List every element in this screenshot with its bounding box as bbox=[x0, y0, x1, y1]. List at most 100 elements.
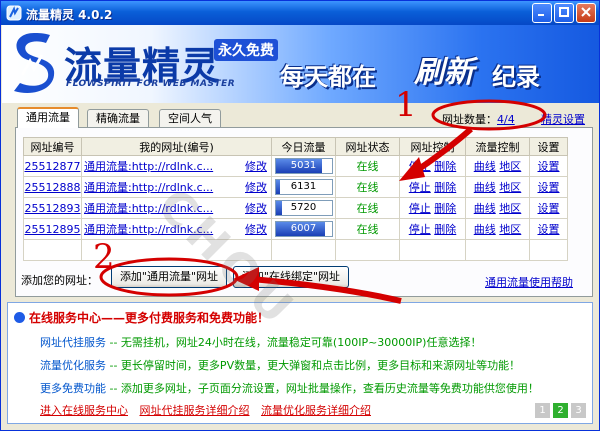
annotation-number-1: 1 bbox=[395, 85, 417, 125]
title-bar[interactable]: 流量精灵 4.0.2 bbox=[1, 1, 599, 25]
stop-link[interactable]: 停止 bbox=[409, 223, 431, 236]
service-center-heading: 在线服务中心——更多付费服务和免费功能！ bbox=[14, 309, 269, 326]
url-id-link[interactable]: 25512895 bbox=[25, 223, 81, 236]
url-id-cell[interactable]: 25512877 bbox=[23, 155, 82, 177]
settings-cell: 设置 bbox=[529, 197, 568, 219]
table-row: 25512888 通用流量:http://rdlnk.c... 修改 6131 在线停… bbox=[23, 176, 568, 198]
tab-space-popularity[interactable]: 空间人气 bbox=[159, 109, 221, 127]
url-id-link[interactable]: 25512893 bbox=[25, 202, 81, 215]
curve-link[interactable]: 曲线 bbox=[474, 223, 496, 236]
traffic-cell: 5031 bbox=[271, 155, 336, 177]
minimize-button[interactable] bbox=[532, 3, 552, 23]
url-control-cell: 停止 删除 bbox=[399, 218, 466, 240]
traffic-control-cell: 曲线 地区 bbox=[465, 176, 530, 198]
url-id-cell[interactable]: 25512895 bbox=[23, 218, 82, 240]
optimize-detail-link[interactable]: 流量优化服务详细介绍 bbox=[261, 404, 371, 417]
maximize-button[interactable] bbox=[554, 3, 574, 23]
info-icon bbox=[14, 312, 25, 323]
page-1-button[interactable]: 1 bbox=[535, 403, 550, 418]
slogan-part-3: 纪录 bbox=[492, 63, 540, 91]
traffic-bar: 5031 bbox=[274, 158, 333, 174]
table-row: 25512877 通用流量:http://rdlnk.c... 修改 5031 在线停… bbox=[23, 155, 568, 177]
traffic-cell: 6131 bbox=[271, 176, 336, 198]
stop-link[interactable]: 停止 bbox=[409, 181, 431, 194]
region-link[interactable]: 地区 bbox=[499, 160, 521, 173]
close-button[interactable] bbox=[576, 3, 596, 23]
delete-link[interactable]: 删除 bbox=[434, 223, 456, 236]
add-url-label: 添加您的网址： bbox=[21, 274, 98, 287]
curve-link[interactable]: 曲线 bbox=[474, 202, 496, 215]
col-header: 流量控制 bbox=[465, 137, 530, 156]
traffic-cell: 5720 bbox=[271, 197, 336, 219]
spirit-settings-link[interactable]: 精灵设置 bbox=[541, 111, 585, 127]
edit-link[interactable]: 修改 bbox=[245, 179, 267, 195]
page-2-button[interactable]: 2 bbox=[553, 403, 568, 418]
banner: 流量精灵 永久免费 FLOWSPIRIT FOR WEB MASTER 每天都在… bbox=[2, 25, 599, 103]
status-cell: 在线 bbox=[335, 176, 400, 198]
delete-link[interactable]: 删除 bbox=[434, 160, 456, 173]
region-link[interactable]: 地区 bbox=[499, 223, 521, 236]
enter-service-center-link[interactable]: 进入在线服务中心 bbox=[40, 404, 128, 417]
col-header: 网址控制 bbox=[399, 137, 466, 156]
hosting-detail-link[interactable]: 网址代挂服务详细介绍 bbox=[140, 404, 250, 417]
url-count-label: 网址数量： bbox=[442, 113, 497, 126]
row-settings-link[interactable]: 设置 bbox=[538, 202, 560, 215]
settings-cell: 设置 bbox=[529, 218, 568, 240]
general-traffic-help-link[interactable]: 通用流量使用帮助 bbox=[485, 274, 573, 290]
table-row: 25512893 通用流量:http://rdlnk.c... 修改 5720 在线停… bbox=[23, 197, 568, 219]
free-badge: 永久免费 bbox=[214, 39, 278, 61]
service-line-optimize: 流量优化服务 -- 更长停留时间，更多PV数量，更大弹窗和点击比例，更多目标和来… bbox=[40, 357, 520, 373]
maximize-icon bbox=[559, 7, 569, 17]
traffic-control-cell: 曲线 地区 bbox=[465, 155, 530, 177]
url-id-link[interactable]: 25512877 bbox=[25, 160, 81, 173]
stop-link[interactable]: 停止 bbox=[409, 160, 431, 173]
url-id-cell[interactable]: 25512893 bbox=[23, 197, 82, 219]
delete-link[interactable]: 删除 bbox=[434, 202, 456, 215]
service-links: 进入在线服务中心 网址代挂服务详细介绍 流量优化服务详细介绍 bbox=[40, 402, 379, 418]
region-link[interactable]: 地区 bbox=[499, 202, 521, 215]
row-settings-link[interactable]: 设置 bbox=[538, 181, 560, 194]
tab-precise-traffic[interactable]: 精确流量 bbox=[87, 109, 149, 127]
traffic-value: 6131 bbox=[290, 181, 317, 192]
edit-link[interactable]: 修改 bbox=[245, 221, 267, 237]
row-settings-link[interactable]: 设置 bbox=[538, 160, 560, 173]
status-cell: 在线 bbox=[335, 155, 400, 177]
col-header: 网址编号 bbox=[23, 137, 82, 156]
edit-link[interactable]: 修改 bbox=[245, 158, 267, 174]
edit-link[interactable]: 修改 bbox=[245, 200, 267, 216]
curve-link[interactable]: 曲线 bbox=[474, 160, 496, 173]
row-settings-link[interactable]: 设置 bbox=[538, 223, 560, 236]
url-link[interactable]: 通用流量:http://rdlnk.c... bbox=[84, 160, 213, 173]
status-cell: 在线 bbox=[335, 218, 400, 240]
annotation-number-2: 2 bbox=[93, 237, 115, 277]
url-id-cell[interactable]: 25512888 bbox=[23, 176, 82, 198]
service-line-free: 更多免费功能 -- 添加更多网址，子页面分流设置，网址批量操作，查看历史流量等免… bbox=[40, 380, 539, 396]
traffic-value: 6007 bbox=[290, 223, 317, 234]
slogan-part-2: 刷新 bbox=[414, 55, 474, 90]
page-3-button[interactable]: 3 bbox=[571, 403, 586, 418]
traffic-bar: 6007 bbox=[274, 221, 333, 237]
settings-cell: 设置 bbox=[529, 155, 568, 177]
region-link[interactable]: 地区 bbox=[499, 181, 521, 194]
traffic-bar: 5720 bbox=[274, 200, 333, 216]
delete-link[interactable]: 删除 bbox=[434, 181, 456, 194]
service-desc: -- 添加更多网址，子页面分流设置，网址批量操作，查看历史流量等免费功能供您使用… bbox=[106, 382, 539, 395]
url-control-cell: 停止 删除 bbox=[399, 176, 466, 198]
col-header: 我的网址(编号) bbox=[81, 137, 272, 156]
curve-link[interactable]: 曲线 bbox=[474, 181, 496, 194]
url-count: 网址数量：4/4 bbox=[442, 111, 515, 127]
app-window: 流量精灵 4.0.2 流量精灵 永久免费 FLOWSPIRIT FOR WEB … bbox=[0, 0, 600, 431]
stop-link[interactable]: 停止 bbox=[409, 202, 431, 215]
url-id-link[interactable]: 25512888 bbox=[25, 181, 81, 194]
service-desc: -- 更长停留时间，更多PV数量，更大弹窗和点击比例，更多目标和来源网址等功能！ bbox=[106, 359, 521, 372]
settings-cell: 设置 bbox=[529, 176, 568, 198]
tab-general-traffic[interactable]: 通用流量 bbox=[17, 107, 79, 128]
minimize-icon bbox=[538, 14, 544, 16]
traffic-control-cell: 曲线 地区 bbox=[465, 197, 530, 219]
service-name: 更多免费功能 bbox=[40, 382, 106, 395]
col-header: 今日流量 bbox=[271, 137, 336, 156]
logo-icon bbox=[14, 33, 55, 93]
traffic-cell: 6007 bbox=[271, 218, 336, 240]
app-icon bbox=[6, 5, 22, 21]
url-count-value[interactable]: 4/4 bbox=[497, 113, 515, 126]
